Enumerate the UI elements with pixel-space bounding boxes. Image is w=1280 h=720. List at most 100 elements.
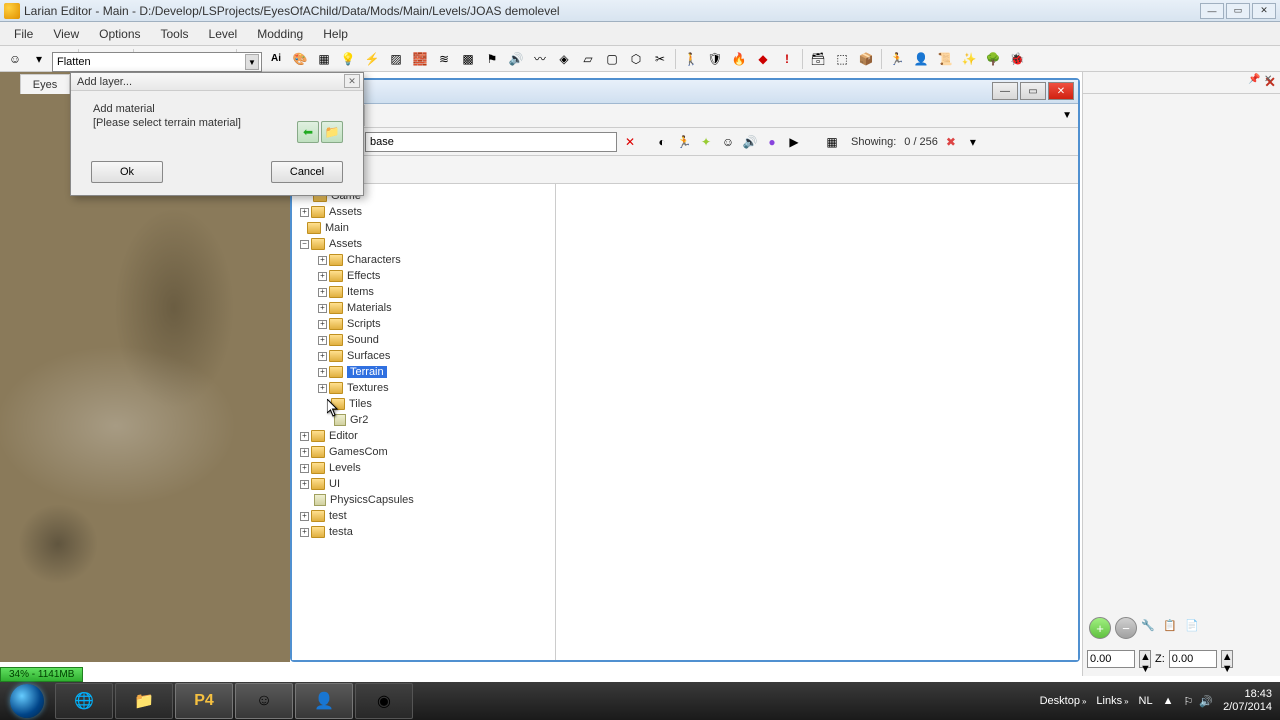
tray-flag-icon[interactable]: ⚐ — [1183, 695, 1193, 708]
tool-run-icon[interactable]: 🏃 — [886, 48, 908, 70]
minimize-button[interactable]: — — [1200, 3, 1224, 19]
tool-wall-icon[interactable]: 🧱 — [409, 48, 431, 70]
tool-warning-icon[interactable]: ! — [776, 48, 798, 70]
tree-item-testa[interactable]: +testa — [294, 524, 553, 540]
dialog-close-button[interactable]: ✕ — [344, 74, 360, 88]
rm-filter-sound-icon[interactable]: 🔊 — [741, 133, 759, 151]
tree-item-test[interactable]: +test — [294, 508, 553, 524]
tool-tree-icon[interactable]: 🌳 — [982, 48, 1004, 70]
tool-region-icon[interactable]: ▱ — [577, 48, 599, 70]
expand-icon[interactable]: + — [318, 288, 327, 297]
taskbar-app-icon[interactable]: 👤 — [295, 683, 353, 719]
tree-item-game-assets[interactable]: +Assets — [294, 204, 553, 220]
tool-dropdown-icon[interactable]: ▾ — [28, 48, 50, 70]
taskbar-editor-icon[interactable]: ☺ — [235, 683, 293, 719]
expand-icon[interactable]: + — [300, 464, 309, 473]
tree-item-effects[interactable]: +Effects — [294, 268, 553, 284]
spinner-icon[interactable]: ▲▼ — [1139, 650, 1151, 668]
rm-clear-filter-icon[interactable]: ✕ — [621, 133, 639, 151]
rm-filter-sphere-icon[interactable]: ● — [763, 133, 781, 151]
coord-y-input[interactable] — [1087, 650, 1135, 668]
taskbar-p4-icon[interactable]: P4 — [175, 683, 233, 719]
close-button[interactable]: ✕ — [1252, 3, 1276, 19]
coord-z-input[interactable] — [1169, 650, 1217, 668]
tool-grid-icon[interactable]: ▦ — [313, 48, 335, 70]
tool-waypoint-icon[interactable]: ⬡ — [625, 48, 647, 70]
tool-water-icon[interactable]: ≋ — [433, 48, 455, 70]
tool-icon[interactable]: 🔧 — [1141, 619, 1159, 637]
tree-item-gr2[interactable]: Gr2 — [294, 412, 553, 428]
expand-icon[interactable]: + — [300, 480, 309, 489]
taskbar-explorer-icon[interactable]: 📁 — [115, 683, 173, 719]
tree-item-ui[interactable]: +UI — [294, 476, 553, 492]
tray-links[interactable]: Links» — [1096, 695, 1128, 707]
tray-desktop[interactable]: Desktop» — [1040, 695, 1087, 707]
tool-ai-icon[interactable]: Ai — [265, 48, 287, 70]
tree-item-editor[interactable]: +Editor — [294, 428, 553, 444]
menu-help[interactable]: Help — [313, 23, 358, 45]
start-button[interactable] — [0, 682, 54, 720]
rm-filter-face-icon[interactable]: ☺ — [719, 133, 737, 151]
menu-options[interactable]: Options — [89, 23, 150, 45]
rm-filter-light-icon[interactable]: ✦ — [697, 133, 715, 151]
rm-tab-dropdown-icon[interactable]: ▼ — [1062, 110, 1072, 121]
tool-path-icon[interactable]: 〰 — [529, 48, 551, 70]
rm-maximize-button[interactable]: ▭ — [1020, 82, 1046, 100]
expand-icon[interactable]: + — [300, 432, 309, 441]
tree-item-levels[interactable]: +Levels — [294, 460, 553, 476]
tool-bug-icon[interactable]: 🐞 — [1006, 48, 1028, 70]
tree-item-tiles[interactable]: Tiles — [294, 396, 553, 412]
tree-item-sound[interactable]: +Sound — [294, 332, 553, 348]
tray-lang[interactable]: NL — [1139, 695, 1153, 707]
tool-character-icon[interactable]: 🚶 — [680, 48, 702, 70]
back-arrow-icon[interactable]: ⬅ — [297, 121, 319, 143]
rm-filter-anim-icon[interactable]: 🏃 — [675, 133, 693, 151]
tool-light-icon[interactable]: 💡 — [337, 48, 359, 70]
tree-item-scripts[interactable]: +Scripts — [294, 316, 553, 332]
tool2-icon[interactable]: 📋 — [1163, 619, 1181, 637]
maximize-button[interactable]: ▭ — [1226, 3, 1250, 19]
tool-fire-icon[interactable]: 🔥 — [728, 48, 750, 70]
menu-file[interactable]: File — [4, 23, 43, 45]
resource-manager-title[interactable]: Manager — ▭ ✕ — [292, 80, 1078, 104]
expand-icon[interactable]: + — [318, 384, 327, 393]
tree-item-items[interactable]: +Items — [294, 284, 553, 300]
tree-item-physicscapsules[interactable]: PhysicsCapsules — [294, 492, 553, 508]
tool-gem-icon[interactable]: ◆ — [752, 48, 774, 70]
tree-item-characters[interactable]: +Characters — [294, 252, 553, 268]
tree-item-textures[interactable]: +Textures — [294, 380, 553, 396]
tree-item-main-assets[interactable]: −Assets — [294, 236, 553, 252]
menu-modding[interactable]: Modding — [247, 23, 313, 45]
tray-volume-icon[interactable]: 🔊 — [1199, 695, 1213, 708]
tool-smiley-icon[interactable]: ☺ — [4, 48, 26, 70]
tool-paint-icon[interactable]: 🎨 — [289, 48, 311, 70]
tree-item-surfaces[interactable]: +Surfaces — [294, 348, 553, 364]
tool-shield-icon[interactable]: 🛡 — [704, 48, 726, 70]
rm-dropdown-icon[interactable]: ▾ — [964, 133, 982, 151]
menu-level[interactable]: Level — [199, 23, 248, 45]
add-button[interactable]: + — [1089, 617, 1111, 639]
tool-wand-icon[interactable]: ⚡ — [361, 48, 383, 70]
spinner-icon[interactable]: ▲▼ — [1221, 650, 1233, 668]
tool-db-icon[interactable]: 🗃 — [807, 48, 829, 70]
tool-mesh-icon[interactable]: ▩ — [457, 48, 479, 70]
tool-fog-icon[interactable]: ▨ — [385, 48, 407, 70]
rm-minimize-button[interactable]: — — [992, 82, 1018, 100]
ok-button[interactable]: Ok — [91, 161, 163, 183]
chevron-down-icon[interactable]: ▼ — [245, 54, 259, 70]
tool-person-icon[interactable]: 👤 — [910, 48, 932, 70]
tool-cut-icon[interactable]: ✂ — [649, 48, 671, 70]
expand-icon[interactable]: + — [318, 272, 327, 281]
tool-audio-icon[interactable]: 🔊 — [505, 48, 527, 70]
menu-view[interactable]: View — [43, 23, 89, 45]
remove-button[interactable]: − — [1115, 617, 1137, 639]
tray-clock[interactable]: 18:43 2/07/2014 — [1223, 688, 1272, 714]
expand-icon[interactable]: + — [318, 352, 327, 361]
expand-icon[interactable]: + — [318, 336, 327, 345]
tool-effect-icon[interactable]: ✨ — [958, 48, 980, 70]
rm-clear-icon[interactable]: ✖ — [942, 133, 960, 151]
taskbar-chrome-icon[interactable]: 🌐 — [55, 683, 113, 719]
rm-close-button[interactable]: ✕ — [1048, 82, 1074, 100]
tree-item-terrain[interactable]: +Terrain — [294, 364, 553, 380]
expand-icon[interactable]: + — [300, 512, 309, 521]
